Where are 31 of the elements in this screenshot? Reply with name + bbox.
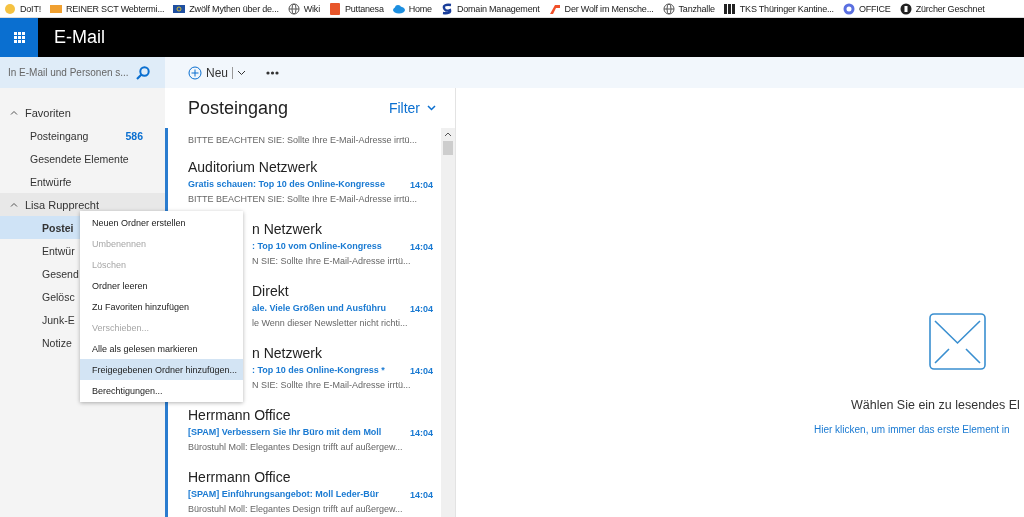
- message-preview: N SIE: Sollte Ihre E-Mail-Adresse irrtü...: [252, 379, 412, 392]
- message-subject: [SPAM] Verbessern Sie Ihr Büro mit dem Moll: [188, 426, 382, 439]
- message-subject: : Top 10 des Online-Kongress *: [252, 364, 385, 377]
- folder-group-label: Favoriten: [25, 106, 71, 119]
- message-subject: : Top 10 vom Online-Kongress: [252, 240, 382, 253]
- message-sender: Herrmann Office: [188, 468, 292, 487]
- message-sender: Herrmann Office: [188, 406, 292, 425]
- message-time: 14:04: [409, 179, 433, 190]
- message-subject: ale. Viele Größen und Ausführu: [252, 302, 387, 315]
- message-subject: Gratis schauen: Top 10 des Online-Kongresse: [188, 178, 385, 191]
- message-time: 14:04: [409, 241, 433, 252]
- app-title: E-Mail: [54, 26, 105, 49]
- message-time: 14:04: [409, 303, 433, 314]
- folder-title: Posteingang: [188, 97, 289, 119]
- message-preview: Bürostuhl Moll: Elegantes Design trifft auf außergew...: [188, 441, 404, 454]
- message-preview: N SIE: Sollte Ihre E-Mail-Adresse irrtü...: [252, 255, 412, 268]
- message-time: 14:04: [409, 427, 433, 438]
- folder-group-label: Lisa Rupprecht: [25, 198, 99, 211]
- message-time: 14:04: [409, 365, 433, 376]
- message-preview: BITTE BEACHTEN SIE: Sollte Ihre E-Mail-Adresse irrtü...: [188, 193, 419, 206]
- unread-count: 586: [125, 129, 143, 142]
- message-preview: Bürostuhl Moll: Elegantes Design trifft auf außergew...: [188, 503, 404, 516]
- message-preview: BITTE BEACHTEN SIE: Sollte Ihre E-Mail-Adresse irrtü...: [188, 134, 419, 147]
- message-sender: Direkt: [252, 282, 290, 301]
- message-sender: n Netzwerk: [252, 220, 324, 239]
- message-time: 14:04: [409, 489, 433, 500]
- message-sender: Auditorium Netzwerk: [188, 158, 319, 177]
- empty-state-message: Wählen Sie ein zu lesendes El: [851, 398, 1021, 412]
- message-sender: n Netzwerk: [252, 344, 324, 363]
- message-preview: le Wenn dieser Newsletter nicht richti...: [252, 317, 409, 330]
- message-subject: [SPAM] Einführungsangebot: Moll Leder-Bür: [188, 488, 379, 501]
